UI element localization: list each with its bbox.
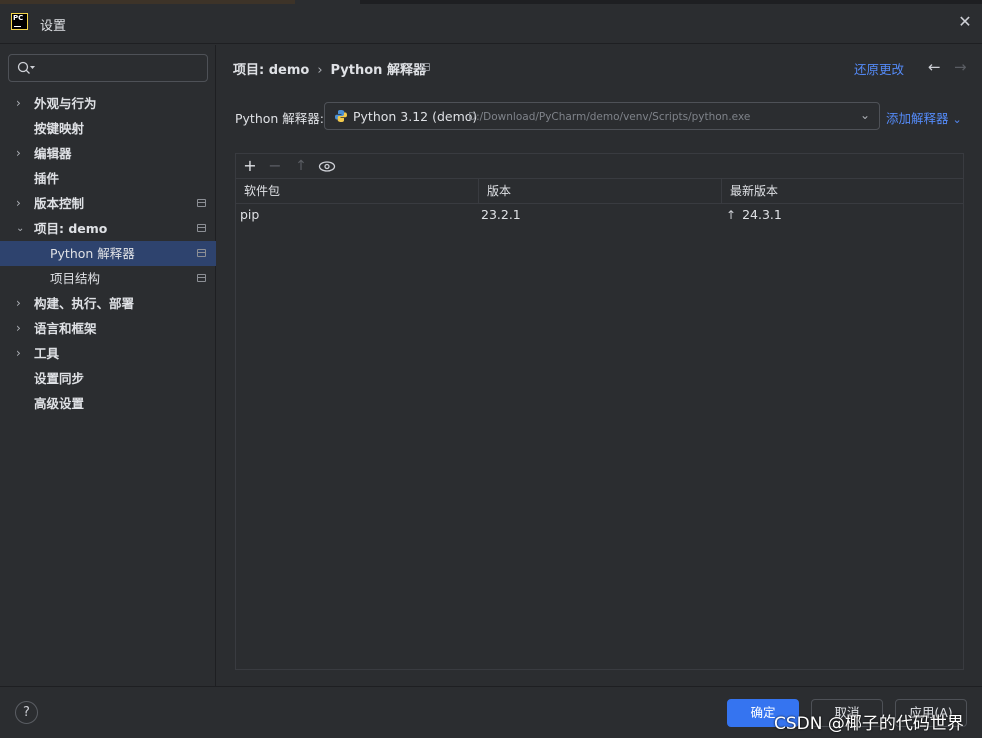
- package-latest-version: ↑ 24.3.1: [726, 204, 782, 226]
- sidebar-item-tools[interactable]: › 工具: [0, 341, 216, 366]
- sidebar-item-label: 版本控制: [34, 196, 85, 211]
- chevron-right-icon: ›: [16, 146, 21, 160]
- chevron-down-icon: ⌄: [16, 223, 25, 234]
- sidebar-item-label: 外观与行为: [34, 96, 97, 111]
- settings-sidebar: › 外观与行为 按键映射 › 编辑器 插件 › 版本控制 ⌄ 项目: demo …: [0, 45, 216, 686]
- project-scope-icon: [197, 224, 206, 232]
- chevron-right-icon: ›: [16, 321, 21, 335]
- interpreter-select[interactable]: Python 3.12 (demo) D:/Download/PyCharm/d…: [324, 102, 880, 130]
- watermark: CSDN @椰子的代码世界: [774, 714, 964, 734]
- sidebar-item-label: 设置同步: [34, 371, 85, 386]
- breadcrumb-item: 项目: demo: [233, 63, 310, 78]
- upgrade-available-icon: ↑: [726, 208, 737, 222]
- chevron-right-icon: ›: [16, 346, 21, 360]
- search-input[interactable]: [8, 54, 208, 82]
- sidebar-item-label: 高级设置: [34, 396, 85, 411]
- latest-version-value: 24.3.1: [742, 207, 782, 222]
- sidebar-item-plugins[interactable]: 插件: [0, 166, 216, 191]
- sidebar-item-build[interactable]: › 构建、执行、部署: [0, 291, 216, 316]
- sidebar-item-label: 工具: [34, 346, 60, 361]
- sidebar-item-label: Python 解释器: [50, 246, 135, 261]
- sidebar-item-advanced[interactable]: 高级设置: [0, 391, 216, 416]
- interpreter-name: Python 3.12 (demo): [353, 109, 478, 124]
- chevron-right-icon: ›: [16, 296, 21, 310]
- sidebar-item-project-structure[interactable]: 项目结构: [0, 266, 216, 291]
- chevron-right-icon: ›: [16, 96, 21, 110]
- add-icon[interactable]: +: [241, 157, 259, 175]
- interpreter-label: Python 解释器:: [235, 111, 325, 126]
- settings-content: 项目: demo › Python 解释器 还原更改 ← → Python 解释器:…: [217, 45, 982, 686]
- reset-changes-link[interactable]: 还原更改: [854, 59, 904, 78]
- project-scope-icon: [197, 199, 206, 207]
- sidebar-item-label: 编辑器: [34, 146, 72, 161]
- sidebar-item-editor[interactable]: › 编辑器: [0, 141, 216, 166]
- package-version: 23.2.1: [481, 207, 521, 222]
- chevron-down-icon: ⌄: [860, 108, 871, 122]
- chevron-down-icon: ⌄: [952, 113, 962, 126]
- upgrade-icon[interactable]: ↑: [292, 157, 310, 175]
- column-header-version[interactable]: 版本: [478, 179, 721, 204]
- forward-arrow-icon[interactable]: →: [954, 58, 967, 76]
- project-scope-icon: [197, 249, 206, 257]
- dialog-footer: ? 确定 取消 应用(A) CSDN @椰子的代码世界: [0, 686, 982, 738]
- pycharm-app-icon: PC: [11, 13, 28, 30]
- back-arrow-icon[interactable]: ←: [928, 58, 941, 76]
- breadcrumb-separator-icon: ›: [317, 63, 323, 78]
- sidebar-item-languages[interactable]: › 语言和框架: [0, 316, 216, 341]
- chevron-right-icon: ›: [16, 196, 21, 210]
- help-icon[interactable]: ?: [15, 701, 38, 724]
- project-scope-icon: [197, 274, 206, 282]
- sidebar-item-python-interpreter[interactable]: Python 解释器: [0, 241, 216, 266]
- sidebar-item-appearance[interactable]: › 外观与行为: [0, 91, 216, 116]
- breadcrumb: 项目: demo › Python 解释器: [233, 59, 426, 78]
- sidebar-item-label: 构建、执行、部署: [34, 296, 135, 311]
- packages-panel: + − ↑ 软件包 版本 最新版本 pip 23.2.1 ↑ 24.3.1: [235, 153, 964, 670]
- package-name: pip: [240, 207, 260, 222]
- sidebar-item-project[interactable]: ⌄ 项目: demo: [0, 216, 216, 241]
- sidebar-item-label: 语言和框架: [34, 321, 97, 336]
- show-early-releases-icon[interactable]: [318, 161, 336, 172]
- add-interpreter-link[interactable]: 添加解释器 ⌄: [886, 108, 962, 127]
- interpreter-path: D:/Download/PyCharm/demo/venv/Scripts/py…: [468, 111, 751, 123]
- sidebar-item-keymap[interactable]: 按键映射: [0, 116, 216, 141]
- remove-icon[interactable]: −: [266, 157, 284, 175]
- sidebar-item-label: 按键映射: [34, 121, 85, 136]
- sidebar-item-settings-sync[interactable]: 设置同步: [0, 366, 216, 391]
- table-row[interactable]: pip 23.2.1 ↑ 24.3.1: [236, 204, 963, 226]
- breadcrumb-item: Python 解释器: [330, 63, 426, 78]
- project-scope-icon: [421, 63, 430, 71]
- add-interpreter-label: 添加解释器: [886, 111, 949, 126]
- sidebar-item-label: 插件: [34, 171, 60, 186]
- sidebar-item-label: 项目结构: [50, 271, 101, 286]
- python-icon: [335, 110, 347, 122]
- title-bar: PC 设置 ✕: [0, 4, 982, 44]
- search-icon: [17, 61, 35, 74]
- packages-toolbar: + − ↑: [236, 154, 963, 179]
- column-header-latest-version[interactable]: 最新版本: [721, 179, 963, 204]
- close-icon[interactable]: ✕: [957, 14, 973, 30]
- packages-table-header: 软件包 版本 最新版本: [236, 179, 963, 204]
- column-header-package[interactable]: 软件包: [236, 179, 478, 204]
- sidebar-item-label: 项目: demo: [34, 221, 108, 236]
- sidebar-item-vcs[interactable]: › 版本控制: [0, 191, 216, 216]
- window-title: 设置: [40, 19, 67, 34]
